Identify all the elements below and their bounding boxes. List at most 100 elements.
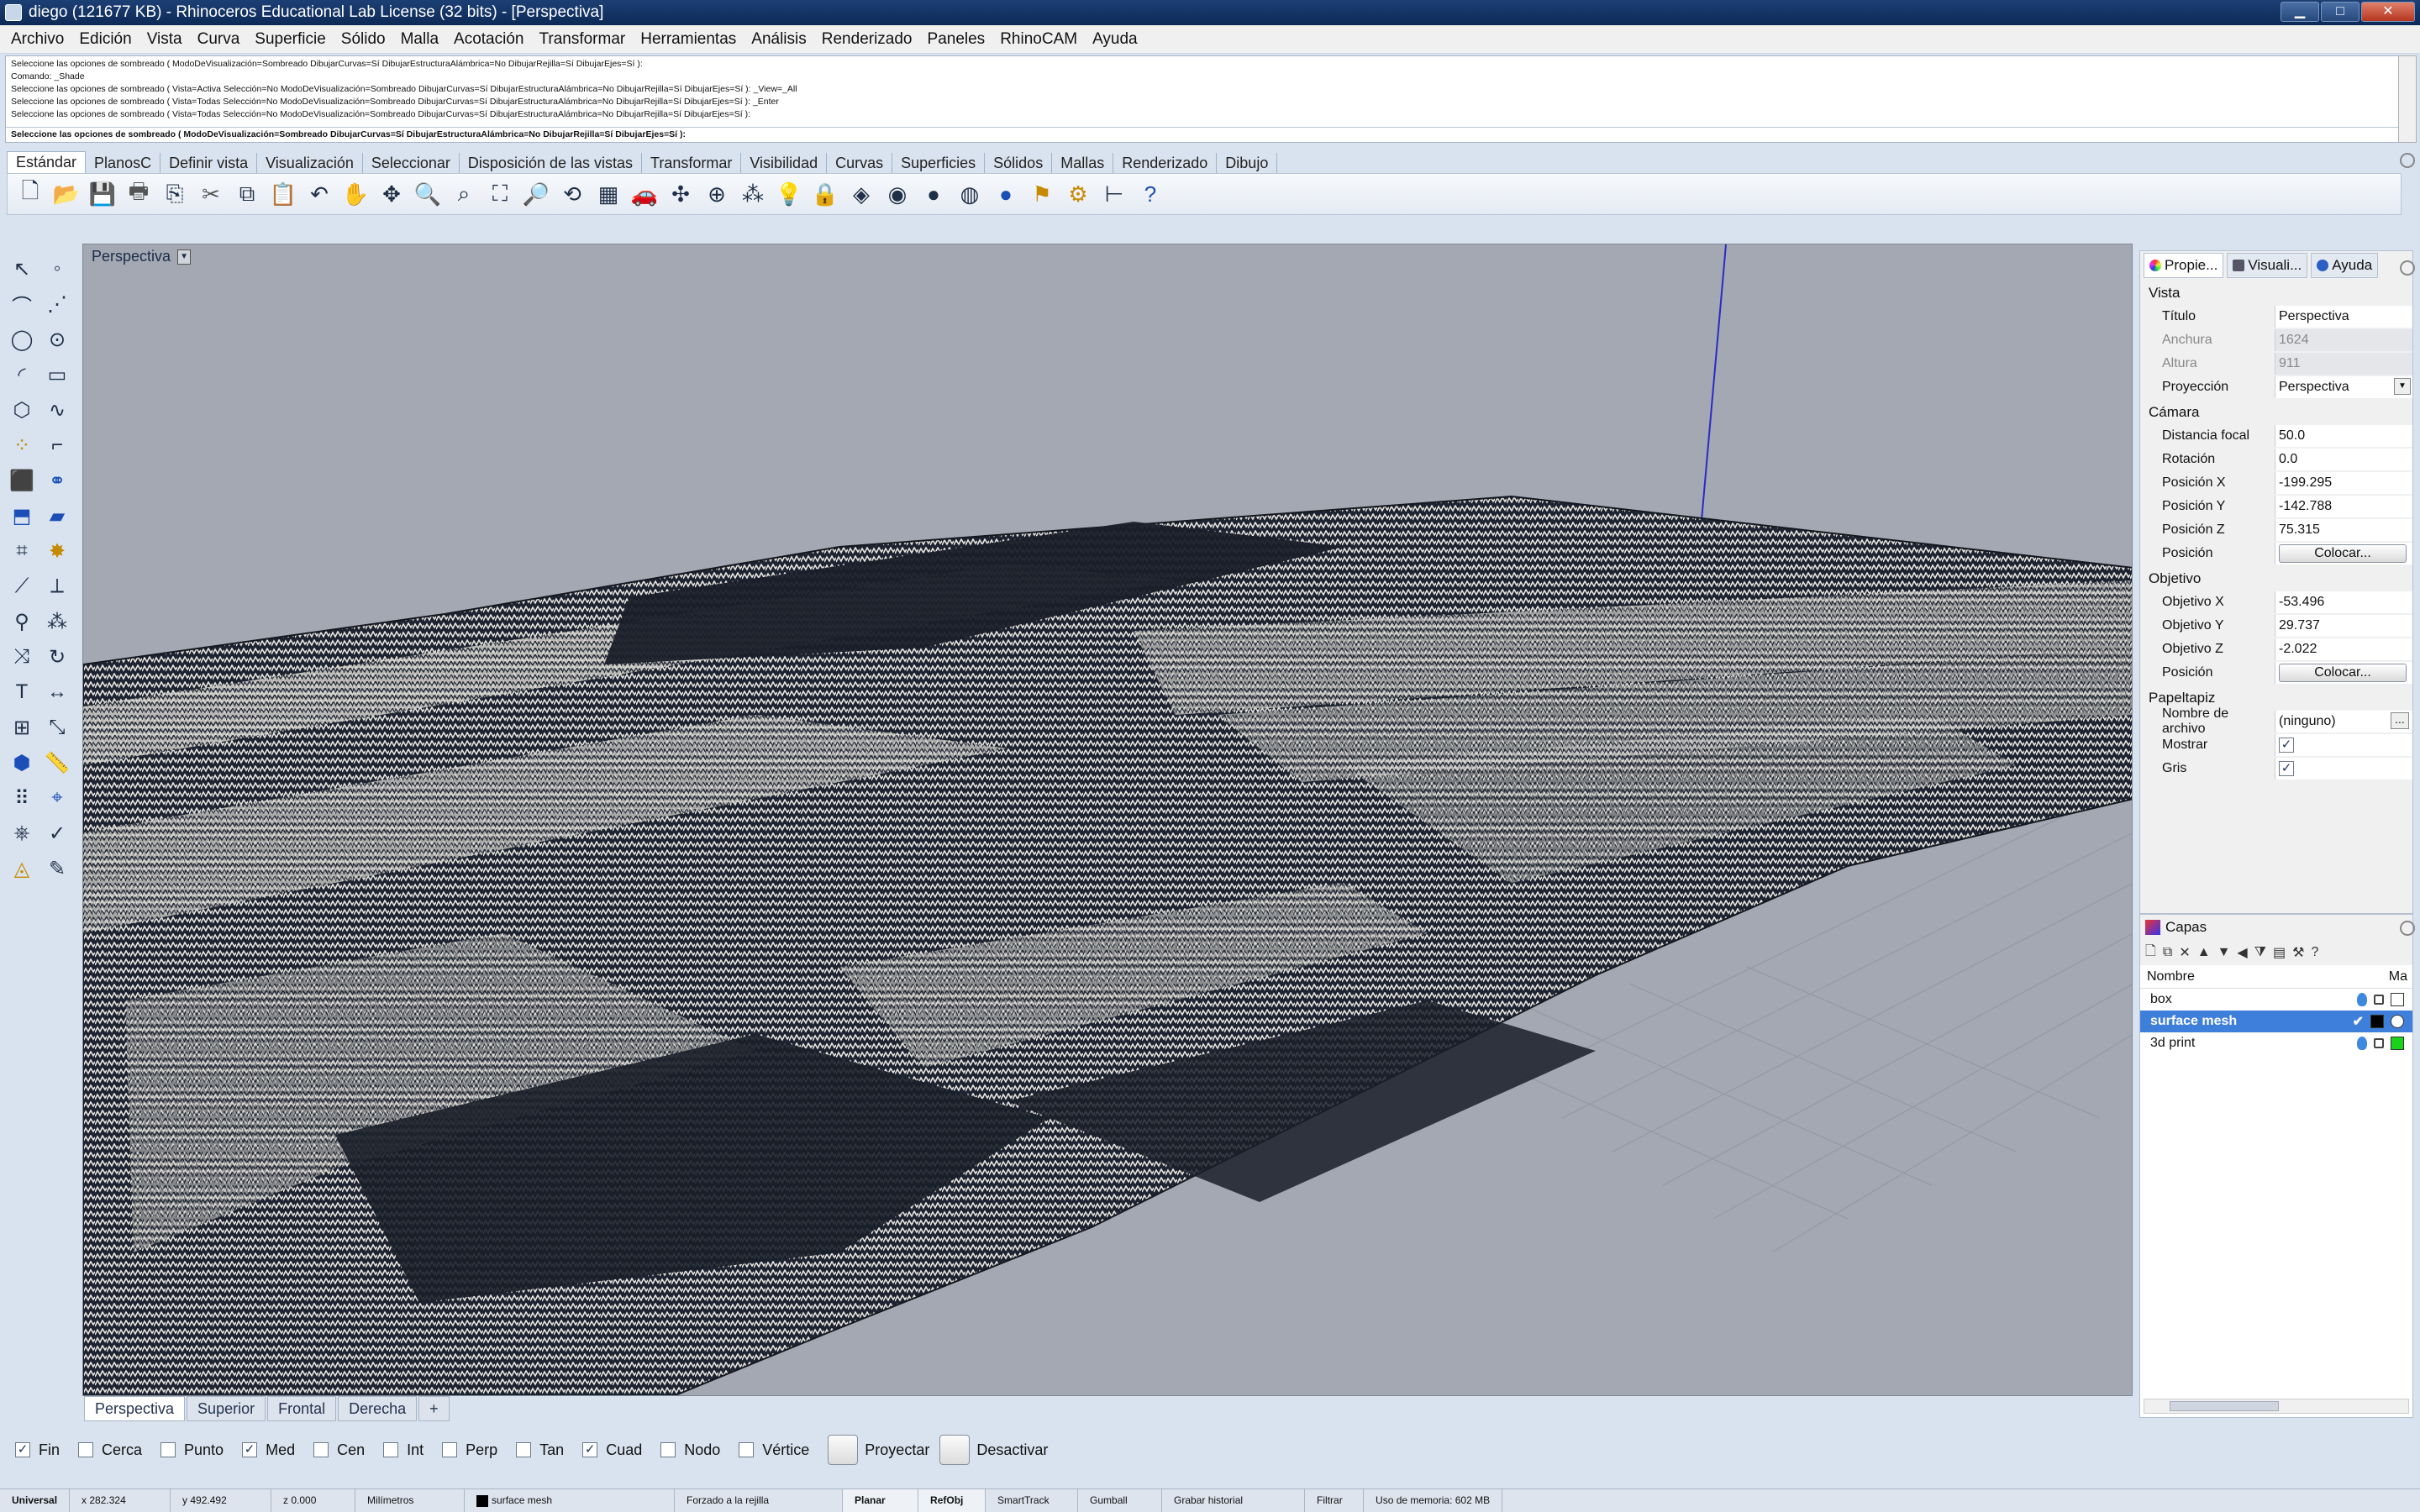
object-snap-icon[interactable]: ✣ — [665, 178, 697, 210]
property-value[interactable]: 50.0 — [2275, 425, 2412, 447]
move-down-icon[interactable]: ▼ — [2217, 945, 2231, 960]
toolbar-tab[interactable]: Disposición de las vistas — [460, 153, 643, 173]
toolbar-tab[interactable]: Transformar — [642, 153, 742, 173]
layer-color-swatch[interactable] — [2391, 1037, 2404, 1050]
ruler-icon[interactable]: 📏 — [40, 746, 74, 780]
place-button[interactable]: Colocar... — [2279, 544, 2407, 563]
toolbar-tab[interactable]: PlanosC — [86, 153, 161, 173]
light-bulb-icon[interactable]: 💡 — [773, 178, 805, 210]
osnap-tan[interactable]: Tan — [516, 1441, 564, 1459]
flag-icon[interactable]: ⚑ — [1026, 178, 1058, 210]
osnap-checkbox[interactable]: ✓ — [242, 1442, 258, 1457]
material-sphere-icon[interactable]: ● — [918, 178, 950, 210]
rectangle-icon[interactable]: ▭ — [40, 358, 74, 391]
open-folder-icon[interactable]: 📂 — [50, 178, 82, 210]
osnap-punto[interactable]: Punto — [160, 1441, 224, 1459]
zoom-icon[interactable]: 🔍 — [412, 178, 444, 210]
surface-icon[interactable]: ▰ — [40, 499, 74, 533]
group-icon[interactable]: ⁂ — [40, 605, 74, 638]
place-button[interactable]: Colocar... — [2279, 664, 2407, 682]
rotate-icon[interactable]: ↻ — [40, 640, 74, 674]
viewport-title[interactable]: Perspectiva ▼ — [92, 248, 192, 265]
osnap-checkbox[interactable] — [516, 1442, 532, 1457]
property-checkbox[interactable]: ✓ — [2279, 738, 2294, 753]
property-value[interactable]: -199.295 — [2275, 472, 2412, 494]
osnap-checkbox[interactable] — [313, 1442, 329, 1457]
menu-edición[interactable]: Edición — [71, 30, 139, 49]
menu-superficie[interactable]: Superficie — [247, 30, 334, 49]
toolbar-gear-icon[interactable] — [2400, 153, 2415, 168]
current-layer-status[interactable]: surface mesh — [465, 1489, 676, 1512]
gumball-toggle[interactable]: Gumball — [1078, 1489, 1163, 1512]
toolbar-tab[interactable]: Mallas — [1052, 153, 1114, 173]
browse-button[interactable]: ... — [2391, 712, 2409, 729]
zoom-window-icon[interactable]: ⌕ — [448, 178, 480, 210]
tab-properties[interactable]: Propie... — [2144, 253, 2224, 278]
toolbar-tab[interactable]: Visibilidad — [741, 153, 828, 173]
viewport-layout-icon[interactable]: ▦ — [592, 178, 624, 210]
toggle-square[interactable] — [828, 1435, 859, 1465]
zoom-selected-icon[interactable]: 🔎 — [520, 178, 552, 210]
properties-gear-icon[interactable] — [2400, 260, 2415, 276]
layer-row[interactable]: 3d print — [2140, 1032, 2412, 1054]
unlock-icon[interactable] — [2374, 995, 2384, 1005]
osnap-int[interactable]: Int — [383, 1441, 424, 1459]
arc-icon[interactable]: ◜ — [5, 358, 39, 391]
property-value[interactable]: 0.0 — [2275, 449, 2412, 470]
viewport-tab[interactable]: Superior — [187, 1396, 266, 1421]
layers-gear-icon[interactable] — [2400, 921, 2415, 936]
lock-icon[interactable]: 🔒 — [809, 178, 841, 210]
delete-layer-icon[interactable]: ✕ — [2179, 944, 2190, 961]
perspective-viewport[interactable]: Perspectiva ▼ — [82, 244, 2133, 1396]
trim-icon[interactable]: ⟋ — [5, 570, 39, 603]
viewport-tab[interactable]: Perspectiva — [84, 1396, 186, 1421]
join-icon[interactable]: ⚲ — [5, 605, 39, 638]
unlock-icon[interactable] — [2374, 1038, 2384, 1048]
dimension-left-icon[interactable]: ↔ — [40, 675, 74, 709]
minimize-button[interactable]: ▁ — [2281, 2, 2319, 22]
menu-ayuda[interactable]: Ayuda — [1085, 30, 1145, 49]
viewport-menu-chevron-icon[interactable]: ▼ — [177, 249, 192, 265]
property-value[interactable]: ✓ — [2275, 734, 2412, 756]
menu-acotación[interactable]: Acotación — [446, 30, 531, 49]
circle-icon[interactable]: ◯ — [5, 323, 39, 356]
new-sublayer-icon[interactable]: ⧉ — [2163, 945, 2172, 960]
menu-rhinocam[interactable]: RhinoCAM — [992, 30, 1085, 49]
maximize-button[interactable]: □ — [2321, 2, 2360, 22]
text-icon[interactable]: T — [5, 675, 39, 709]
move-icon[interactable]: ⤨ — [5, 640, 39, 674]
viewport-tab[interactable]: Derecha — [338, 1396, 418, 1421]
command-scrollbar[interactable] — [2398, 55, 2417, 143]
import-icon[interactable]: ⎘ — [159, 178, 191, 210]
polygon-icon[interactable]: ⬡ — [5, 393, 39, 427]
move-out-icon[interactable]: ◀ — [2237, 944, 2247, 961]
dimension-icon[interactable]: ⊢ — [1098, 178, 1130, 210]
record-history-toggle[interactable]: Grabar historial — [1162, 1489, 1306, 1512]
osnap-checkbox[interactable] — [383, 1442, 399, 1457]
new-layer-icon[interactable]: 🗋 — [2145, 942, 2156, 964]
select-points-icon[interactable]: ⁂ — [737, 178, 769, 210]
split-icon[interactable]: ⟂ — [40, 570, 74, 603]
menu-análisis[interactable]: Análisis — [744, 30, 813, 49]
explode-icon[interactable]: ✸ — [40, 534, 74, 568]
tools-icon[interactable]: ⚒ — [2292, 944, 2304, 961]
layer-row[interactable]: surface mesh ✔ — [2140, 1011, 2412, 1032]
command-prompt[interactable]: Seleccione las opciones de sombreado ( M… — [6, 127, 2399, 142]
smarttrack-toggle[interactable]: SmartTrack — [986, 1489, 1079, 1512]
undo-icon[interactable]: ↶ — [303, 178, 335, 210]
layer-color-swatch[interactable] — [2391, 993, 2404, 1006]
property-checkbox[interactable]: ✓ — [2279, 761, 2294, 776]
menu-archivo[interactable]: Archivo — [3, 30, 71, 49]
toolbar-tab[interactable]: Dibujo — [1217, 153, 1278, 173]
toolbar-tab[interactable]: Visualización — [257, 153, 363, 173]
new-file-icon[interactable]: 🗋 — [14, 178, 46, 210]
cplane-status[interactable]: Universal — [0, 1489, 71, 1512]
move-up-icon[interactable]: ▲ — [2197, 945, 2211, 960]
osnap-fin[interactable]: ✓ Fin — [15, 1441, 60, 1459]
osnap-desactivar-button[interactable]: Desactivar — [939, 1435, 1048, 1465]
property-value[interactable]: -142.788 — [2275, 496, 2412, 517]
property-value[interactable]: Colocar... — [2275, 662, 2412, 684]
fillet-icon[interactable]: ⌐ — [40, 428, 74, 462]
paste-icon[interactable]: 📋 — [267, 178, 299, 210]
box-solid-icon[interactable]: ⬛ — [5, 464, 39, 497]
